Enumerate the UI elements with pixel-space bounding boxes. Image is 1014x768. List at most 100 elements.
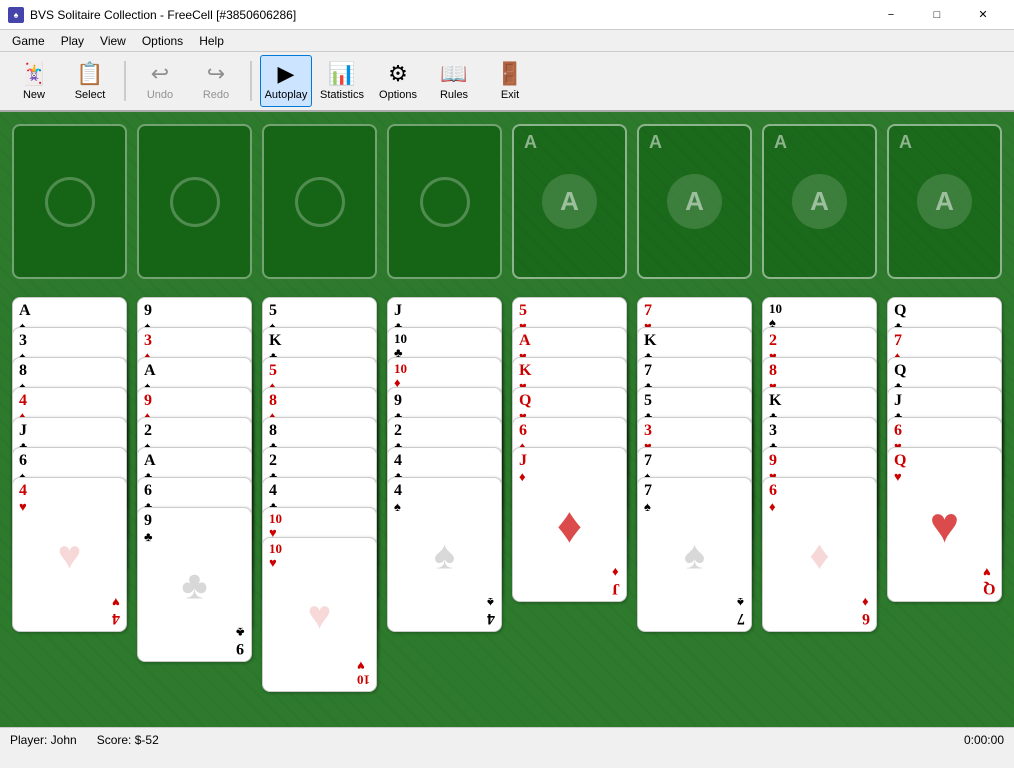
- toolbar-separator-2: [250, 61, 252, 101]
- foundation-cells: A A A A A A A A: [512, 124, 1002, 279]
- options-icon: ⚙: [388, 61, 408, 87]
- new-icon: 🃏: [20, 61, 47, 87]
- foundation-4-label: A: [899, 132, 912, 153]
- freecell-3[interactable]: [262, 124, 377, 279]
- toolbar-btn-exit[interactable]: 🚪 Exit: [484, 55, 536, 107]
- exit-icon: 🚪: [496, 61, 523, 87]
- menu-item-view[interactable]: View: [92, 32, 134, 50]
- foundation-1-center: A: [542, 174, 597, 229]
- autoplay-label: Autoplay: [265, 89, 308, 101]
- menu-item-help[interactable]: Help: [191, 32, 232, 50]
- exit-label: Exit: [501, 89, 519, 101]
- card-center-suit: ♠: [434, 531, 455, 578]
- foundation-2-center: A: [667, 174, 722, 229]
- minimize-button[interactable]: −: [868, 0, 914, 30]
- rules-label: Rules: [440, 89, 468, 101]
- select-label: Select: [75, 89, 106, 101]
- card-center-suit: ♦: [809, 531, 829, 578]
- card-rank-tl: 7♠: [644, 482, 652, 514]
- statistics-label: Statistics: [320, 89, 364, 101]
- time-label: 0:00:00: [964, 733, 1004, 747]
- freecell-2[interactable]: [137, 124, 252, 279]
- redo-label: Redo: [203, 89, 229, 101]
- card-rank-tl: 4♠: [394, 482, 402, 514]
- undo-icon: ↩: [151, 61, 169, 87]
- free-cells: [12, 124, 502, 279]
- card-face-art: ♥: [898, 468, 991, 581]
- tableau-column-4[interactable]: ♣J♣J♣♣10♣10♣♦10♦10♦♣9♣9♣♣2♣2♣♣4♣4♣♠4♠4♠: [387, 297, 502, 717]
- card-rank-tl: J♦: [519, 452, 527, 484]
- toolbar-btn-redo: ↪Redo: [190, 55, 242, 107]
- card-rank-br: 10♥: [357, 658, 370, 687]
- maximize-button[interactable]: □: [914, 0, 960, 30]
- toolbar-btn-options[interactable]: ⚙ Options: [372, 55, 424, 107]
- card-J♦-col4[interactable]: ♦J♦ J♦: [512, 447, 627, 602]
- freecell-1[interactable]: [12, 124, 127, 279]
- toolbar-btn-select[interactable]: 📋 Select: [64, 55, 116, 107]
- card-center-suit: ♠: [684, 531, 705, 578]
- toolbar-btn-rules[interactable]: 📖 Rules: [428, 55, 480, 107]
- card-center-suit: ♣: [181, 561, 207, 608]
- card-4♠-col3[interactable]: ♠ 4♠ 4♠: [387, 477, 502, 632]
- menu-item-options[interactable]: Options: [134, 32, 191, 50]
- card-rank-tl: Q♥: [894, 452, 906, 484]
- card-face-art: ♦: [523, 468, 616, 581]
- card-9♣-col1[interactable]: ♣9♣9♣: [137, 507, 252, 662]
- toolbar: 🃏 New 📋 Select ↩ Undo ↪Redo ▶Autoplay 📊 Statistic…: [0, 52, 1014, 112]
- foundation-4-center: A: [917, 174, 972, 229]
- options-label: Options: [379, 89, 417, 101]
- rules-icon: 📖: [440, 61, 467, 87]
- foundation-3-center: A: [792, 174, 847, 229]
- card-7♠-col5[interactable]: ♠7♠7♠: [637, 477, 752, 632]
- card-rank-br: Q♥: [983, 565, 995, 597]
- titlebar: ♠ BVS Solitaire Collection - FreeCell [#…: [0, 0, 1014, 30]
- toolbar-separator-1: [124, 61, 126, 101]
- toolbar-btn-new[interactable]: 🃏 New: [8, 55, 60, 107]
- new-label: New: [23, 89, 45, 101]
- tableau-column-1[interactable]: ♠A♠A♠♠3♠3♠♠8♠8♠♦4♦4♦♣J♣J♣♠6♠6♠♥4♥4♥: [12, 297, 127, 717]
- undo-label: Undo: [147, 89, 173, 101]
- foundation-1[interactable]: A A: [512, 124, 627, 279]
- tableau-column-8[interactable]: ♣Q♣Q♣♦7♦7♦♣Q♣Q♣♣J♣J♣♥6♥6♥♥Q♥Q♥: [887, 297, 1002, 717]
- foundation-2[interactable]: A A: [637, 124, 752, 279]
- card-6♦-col6[interactable]: ♦6♦6♦: [762, 477, 877, 632]
- window-controls: − □ ✕: [868, 0, 1006, 30]
- tableau-column-6[interactable]: ♥7♥7♥♣K♣K♣♣7♣7♣♣5♣5♣♥3♥3♥♠7♠7♠♠7♠7♠: [637, 297, 752, 717]
- tableau: ♠A♠A♠♠3♠3♠♠8♠8♠♦4♦4♦♣J♣J♣♠6♠6♠♥4♥4♥♠9♠9♠…: [12, 297, 1002, 722]
- window-title: BVS Solitaire Collection - FreeCell [#38…: [30, 8, 868, 22]
- card-rank-br: J♦: [612, 565, 620, 597]
- card-rank-br: 4♥: [112, 595, 120, 627]
- top-section: A A A A A A A A: [12, 124, 1002, 279]
- tableau-column-5[interactable]: ♥5♥5♥♥A♥A♥♥K♥K♥♥Q♥Q♥♦6♦6♦♦J♦J♦: [512, 297, 627, 717]
- card-rank-br: 9♣: [236, 625, 245, 657]
- statistics-icon: 📊: [328, 61, 355, 87]
- card-10♥-col2[interactable]: ♥ 10♥ 10♥: [262, 537, 377, 692]
- card-Q♥-col7[interactable]: ♥Q♥ Q♥: [887, 447, 1002, 602]
- tableau-column-2[interactable]: ♠9♠9♠♦3♦3♦♠A♠A♠♦9♦9♦♠2♠2♠♣A♣A♣♣6♣6♣♣9♣9♣: [137, 297, 252, 717]
- freecell-4[interactable]: [387, 124, 502, 279]
- toolbar-btn-statistics[interactable]: 📊 Statistics: [316, 55, 368, 107]
- foundation-2-label: A: [649, 132, 662, 153]
- toolbar-btn-autoplay[interactable]: ▶Autoplay: [260, 55, 312, 107]
- foundation-1-label: A: [524, 132, 537, 153]
- statusbar: Player: John Score: $-52 0:00:00: [0, 727, 1014, 752]
- close-button[interactable]: ✕: [960, 0, 1006, 30]
- menu-item-play[interactable]: Play: [53, 32, 92, 50]
- card-rank-br: 4♠: [487, 595, 495, 627]
- card-center-suit: ♥: [58, 531, 82, 578]
- player-label: Player: John: [10, 733, 77, 747]
- game-area[interactable]: A A A A A A A A ♠A♠A♠♠3♠3♠♠8♠8♠♦4♦4♦♣J♣J…: [0, 112, 1014, 727]
- menubar: GamePlayViewOptionsHelp: [0, 30, 1014, 52]
- card-rank-tl: 10♥: [269, 542, 282, 571]
- foundation-3[interactable]: A A: [762, 124, 877, 279]
- card-center-suit: ♥: [308, 591, 332, 638]
- menu-item-game[interactable]: Game: [4, 32, 53, 50]
- app-icon: ♠: [8, 7, 24, 23]
- foundation-4[interactable]: A A: [887, 124, 1002, 279]
- card-4♥-col0[interactable]: ♥4♥4♥: [12, 477, 127, 632]
- tableau-column-7[interactable]: ♠10♠10♠♥2♥2♥♥8♥8♥♣K♣K♣♣3♣3♣♥9♥9♥♦6♦6♦: [762, 297, 877, 717]
- card-rank-tl: 6♦: [769, 482, 777, 514]
- tableau-column-3[interactable]: ♠5♠5♠♣K♣K♣♦5♦5♦♦8♦8♦♣8♣8♣♣2♣2♣♣4♣4♣♥10♥1…: [262, 297, 377, 722]
- select-icon: 📋: [76, 61, 103, 87]
- foundation-3-label: A: [774, 132, 787, 153]
